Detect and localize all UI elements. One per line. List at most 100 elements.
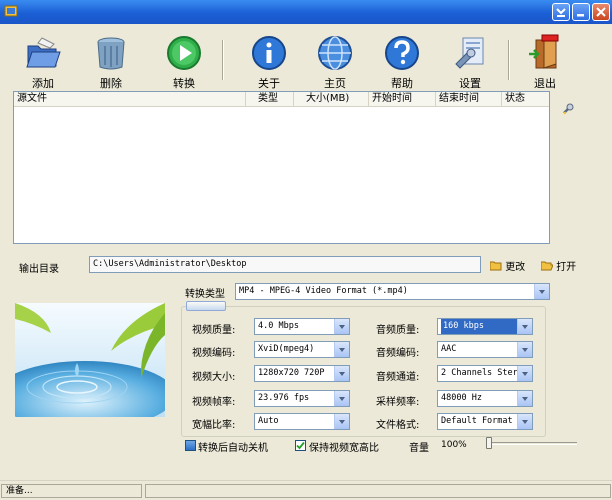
parameters-group-tab <box>186 301 226 311</box>
volume-label: 音量 <box>409 443 429 454</box>
audio-codec-value: AAC <box>441 344 457 354</box>
chevron-down-icon <box>334 414 349 429</box>
chevron-down-icon <box>517 391 532 406</box>
video-fps-label: 视频帧率: <box>192 397 236 408</box>
settings-button[interactable]: 设置 <box>441 34 499 91</box>
close-button[interactable] <box>592 3 610 21</box>
convert-label: 转换 <box>173 77 195 90</box>
exit-door-icon <box>529 34 559 69</box>
toolbar-separator <box>508 40 510 80</box>
convert-type-select[interactable]: MP4 - MPEG-4 Video Format (*.mp4) <box>235 283 550 300</box>
info-icon <box>252 36 286 70</box>
change-dir-button[interactable]: 更改 <box>489 258 526 273</box>
column-header-size[interactable]: 大小(MB) <box>294 92 369 107</box>
chevron-down-icon <box>517 342 532 357</box>
globe-icon <box>318 36 352 70</box>
aspect-ratio-select[interactable]: Auto <box>254 413 350 430</box>
video-quality-select[interactable]: 4.0 Mbps <box>254 318 350 335</box>
open-dir-button[interactable]: 打开 <box>540 258 577 273</box>
settings-icon <box>455 37 484 69</box>
convert-type-label: 转换类型 <box>185 289 225 300</box>
help-button[interactable]: 帮助 <box>373 34 431 91</box>
homepage-label: 主页 <box>324 77 346 90</box>
checkmark-icon <box>296 441 305 450</box>
audio-codec-label: 音频编码: <box>376 348 420 359</box>
sample-rate-value: 48000 Hz <box>441 393 482 403</box>
minimize-icon <box>577 14 584 17</box>
file-format-select[interactable]: Default Format <box>437 413 533 430</box>
keep-aspect-label: 保持视频宽高比 <box>309 443 379 454</box>
column-header-start-time[interactable]: 开始时间 <box>369 92 436 107</box>
auto-shutdown-label: 转换后自动关机 <box>198 443 268 454</box>
status-pane-progress <box>145 484 611 498</box>
app-icon <box>4 5 18 17</box>
play-icon <box>167 36 201 70</box>
auto-shutdown-checkbox[interactable] <box>185 440 196 451</box>
column-header-type[interactable]: 类型 <box>246 92 294 107</box>
open-folder-small-icon <box>540 261 554 271</box>
audio-quality-select[interactable]: 160 kbps <box>437 318 533 335</box>
delete-button[interactable]: 删除 <box>82 34 140 91</box>
aspect-ratio-value: Auto <box>258 416 279 426</box>
video-quality-value: 4.0 Mbps <box>258 321 299 331</box>
toolbar-separator <box>222 40 224 80</box>
convert-type-value: MP4 - MPEG-4 Video Format (*.mp4) <box>239 286 408 296</box>
audio-quality-label: 音频质量: <box>376 325 420 336</box>
trash-can-icon <box>97 37 125 70</box>
video-size-select[interactable]: 1280x720 720P <box>254 365 350 382</box>
video-size-label: 视频大小: <box>192 372 236 383</box>
file-list[interactable]: 源文件 类型 大小(MB) 开始时间 结束时间 状态 <box>13 91 550 244</box>
aspect-ratio-label: 宽幅比率: <box>192 420 236 431</box>
add-button[interactable]: 添加 <box>14 34 72 91</box>
video-quality-label: 视频质量: <box>192 325 236 336</box>
output-dir-field[interactable]: C:\Users\Administrator\Desktop <box>89 256 481 273</box>
question-icon <box>385 36 419 70</box>
exit-button[interactable]: 退出 <box>516 34 574 91</box>
volume-value: 100% <box>441 440 467 450</box>
chevron-down-icon <box>534 284 549 299</box>
help-label: 帮助 <box>391 77 413 90</box>
sample-rate-label: 采样频率: <box>376 397 420 408</box>
audio-codec-select[interactable]: AAC <box>437 341 533 358</box>
chevron-down-icon <box>334 391 349 406</box>
sample-rate-select[interactable]: 48000 Hz <box>437 390 533 407</box>
volume-slider-thumb[interactable] <box>486 437 492 449</box>
settings-label: 设置 <box>459 77 481 90</box>
about-label: 关于 <box>258 77 280 90</box>
about-button[interactable]: 关于 <box>240 34 298 91</box>
change-dir-label: 更改 <box>505 262 526 273</box>
minimize-button[interactable] <box>572 3 590 21</box>
audio-channels-label: 音频通道: <box>376 372 420 383</box>
file-list-header: 源文件 类型 大小(MB) 开始时间 结束时间 状态 <box>14 92 549 107</box>
column-header-end-time[interactable]: 结束时间 <box>436 92 502 107</box>
audio-channels-value: 2 Channels Stere <box>441 368 519 378</box>
chevron-down-icon <box>517 366 532 381</box>
video-codec-select[interactable]: XviD(mpeg4) <box>254 341 350 358</box>
chevron-down-icon <box>334 319 349 334</box>
audio-quality-value: 160 kbps <box>441 319 519 334</box>
add-label: 添加 <box>32 77 54 90</box>
chevron-down-icon <box>334 366 349 381</box>
wrench-icon[interactable] <box>561 102 575 116</box>
homepage-button[interactable]: 主页 <box>306 34 364 91</box>
close-icon <box>596 7 606 17</box>
video-fps-select[interactable]: 23.976 fps <box>254 390 350 407</box>
delete-label: 删除 <box>100 77 122 90</box>
open-dir-label: 打开 <box>556 262 577 273</box>
keep-aspect-checkbox[interactable] <box>295 440 306 451</box>
file-format-label: 文件格式: <box>376 420 420 431</box>
column-header-source-file[interactable]: 源文件 <box>14 92 246 107</box>
audio-channels-select[interactable]: 2 Channels Stere <box>437 365 533 382</box>
volume-slider-track[interactable] <box>486 442 577 445</box>
output-dir-label: 输出目录 <box>19 264 59 275</box>
column-header-status[interactable]: 状态 <box>502 92 549 107</box>
system-menu-button[interactable] <box>552 3 570 21</box>
video-codec-value: XviD(mpeg4) <box>258 344 315 354</box>
status-text: 准备... <box>1 484 142 498</box>
video-fps-value: 23.976 fps <box>258 393 310 403</box>
video-size-value: 1280x720 720P <box>258 368 325 378</box>
chevron-down-icon <box>517 319 532 334</box>
title-bar <box>0 0 612 24</box>
chevron-down-icon <box>556 8 566 17</box>
convert-button[interactable]: 转换 <box>155 34 213 91</box>
